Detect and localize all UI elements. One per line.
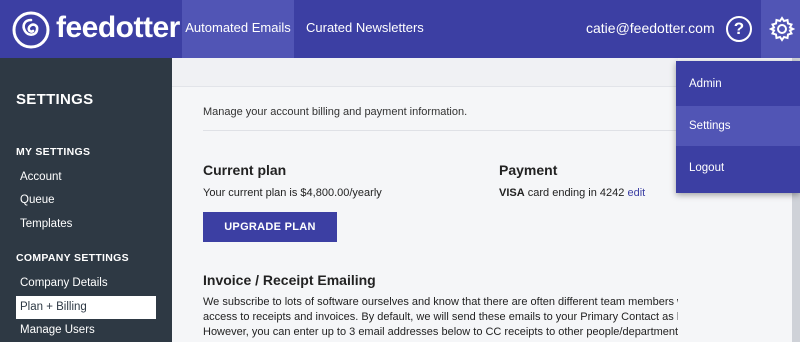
sidebar-item-company-details[interactable]: Company Details [16,272,156,295]
invoice-line: access to receipts and invoices. By defa… [203,311,739,323]
menu-item-admin[interactable]: Admin [676,64,800,104]
settings-menu-button[interactable] [761,0,800,58]
invoice-line: However, you can enter up to 3 email add… [203,326,730,338]
sidebar-item-manage-users[interactable]: Manage Users [16,319,156,342]
sidebar-section-my-settings: MY SETTINGS [16,146,91,158]
sidebar-item-account[interactable]: Account [16,166,156,189]
payment-heading: Payment [499,162,558,178]
sidebar-item-templates[interactable]: Templates [16,213,156,236]
help-icon[interactable]: ? [726,16,752,42]
current-plan-heading: Current plan [203,162,287,178]
gear-icon [769,16,795,42]
section-divider [203,130,693,131]
menu-item-settings[interactable]: Settings [676,106,800,146]
edit-payment-link[interactable]: edit [627,187,645,199]
user-email[interactable]: catie@feedotter.com [586,0,715,56]
invoice-description: We subscribe to lots of software ourselv… [203,295,743,340]
upgrade-plan-button[interactable]: UPGRADE PLAN [203,212,337,242]
tab-automated-emails[interactable]: Automated Emails [182,0,294,58]
settings-dropdown-menu: Admin Settings Logout [676,61,800,193]
current-plan-text: Your current plan is $4,800.00/yearly [203,187,382,199]
menu-item-logout[interactable]: Logout [676,148,800,188]
sidebar-section-company-settings: COMPANY SETTINGS [16,252,129,264]
billing-intro-text: Manage your account billing and payment … [203,106,468,118]
card-ending-text: card ending in 4242 [527,187,625,199]
brand-name[interactable]: feedotter [56,8,180,48]
sidebar-item-plan-billing[interactable]: Plan + Billing [16,296,156,319]
invoice-line: We subscribe to lots of software ourselv… [203,296,725,308]
tab-curated-newsletters[interactable]: Curated Newsletters [306,0,424,58]
sidebar-item-queue[interactable]: Queue [16,189,156,212]
main-content: Manage your account billing and payment … [172,58,739,342]
invoice-heading: Invoice / Receipt Emailing [203,272,376,288]
settings-sidebar: SETTINGS MY SETTINGS Account Queue Templ… [0,58,172,342]
feedotter-logo-icon[interactable] [12,11,50,49]
page-header-strip [172,58,678,87]
payment-card-info: VISA card ending in 4242 edit [499,187,645,199]
card-brand: VISA [499,187,525,199]
sidebar-title: SETTINGS [16,91,94,108]
top-nav-bar: feedotter Automated Emails Curated Newsl… [0,0,800,58]
